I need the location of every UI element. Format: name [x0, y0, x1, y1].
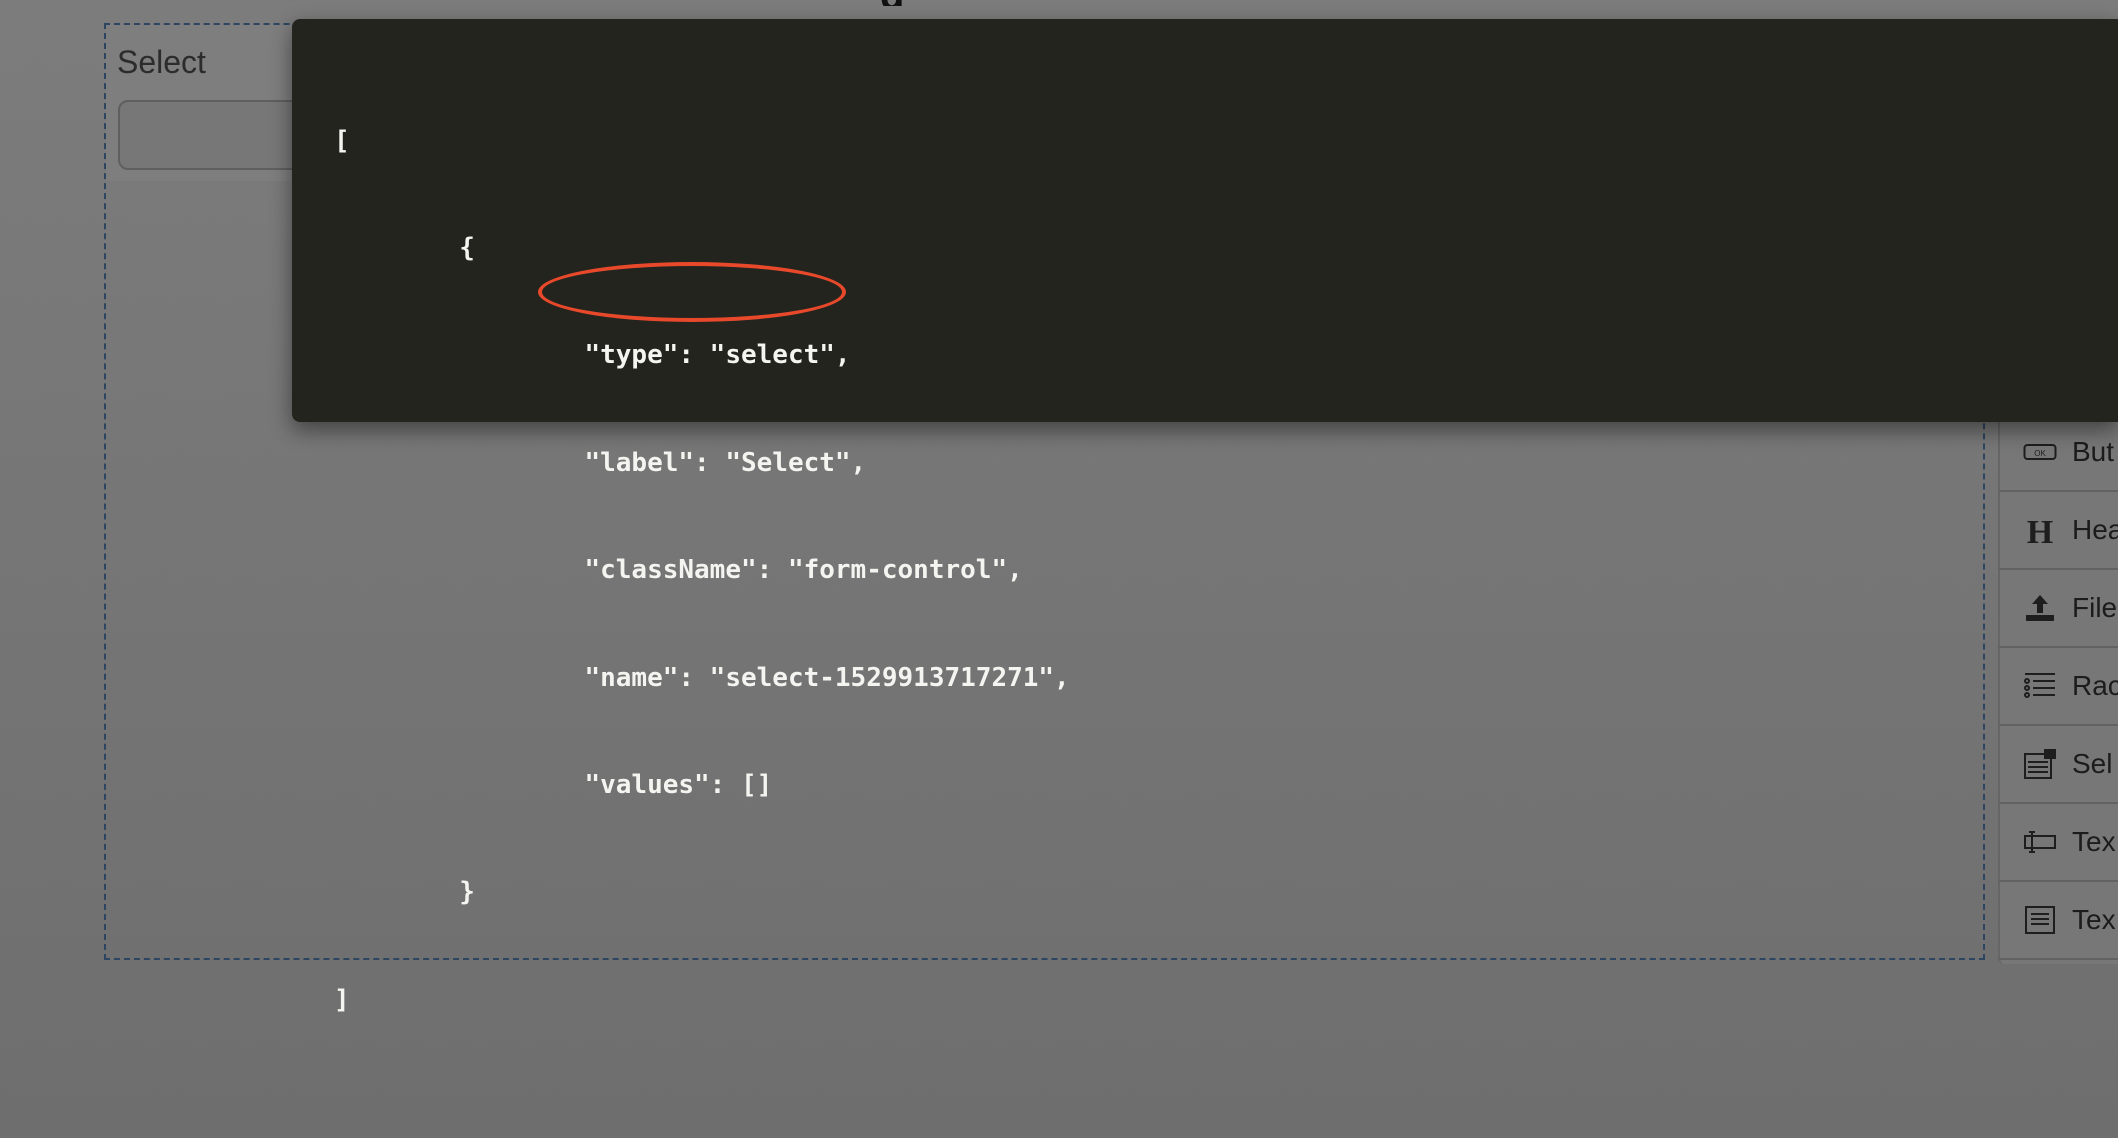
form-data-json-code: [ { "type": "select", "label": "Select",… [334, 52, 1070, 1054]
page-heading-fragment: g [880, 0, 930, 6]
json-line: "type": "select", [334, 340, 851, 371]
json-line: "name": "select-1529913717271", [334, 662, 1070, 693]
header-icon: H [2022, 512, 2058, 548]
toolbox-item-label: File [2072, 592, 2118, 623]
radio-group-icon [2022, 668, 2058, 704]
select-icon [2022, 746, 2058, 782]
toolbox-item-button[interactable]: OK But [1998, 414, 2118, 492]
svg-text:OK: OK [2034, 449, 2046, 458]
toolbox-item-label: Tex [2072, 826, 2116, 857]
toolbox-item-radio[interactable]: Rac [1998, 648, 2118, 726]
svg-text:H: H [2027, 514, 2053, 547]
toolbox-item-select[interactable]: Sel [1998, 726, 2118, 804]
field-label: Select [117, 44, 206, 80]
values-highlight-annotation [538, 262, 846, 322]
button-icon: OK [2022, 434, 2058, 470]
json-line: "values": [] [334, 769, 773, 800]
json-line: "label": "Select", [334, 447, 867, 478]
toolbox-item-label: Rac [2072, 670, 2118, 701]
json-line: [ [334, 125, 350, 156]
json-line: ] [334, 984, 350, 1015]
toolbox-item-header[interactable]: H Hea [1998, 492, 2118, 570]
toolbox-item-label: Tex [2072, 904, 2116, 935]
toolbox-item-label: Hea [2072, 514, 2118, 545]
toolbox-item-label: But [2072, 436, 2115, 467]
toolbox-item-text-field[interactable]: Tex [1998, 804, 2118, 882]
file-upload-icon [2022, 590, 2058, 626]
json-line: "className": "form-control", [334, 555, 1023, 586]
toolbox-item-text-area[interactable]: Tex [1998, 882, 2118, 960]
text-area-icon [2022, 902, 2058, 938]
json-line: } [334, 877, 475, 908]
text-field-icon [2022, 824, 2058, 860]
select-preview[interactable] [118, 100, 318, 170]
toolbox-item-label: Sel [2072, 748, 2113, 779]
toolbox-item-file[interactable]: File [1998, 570, 2118, 648]
